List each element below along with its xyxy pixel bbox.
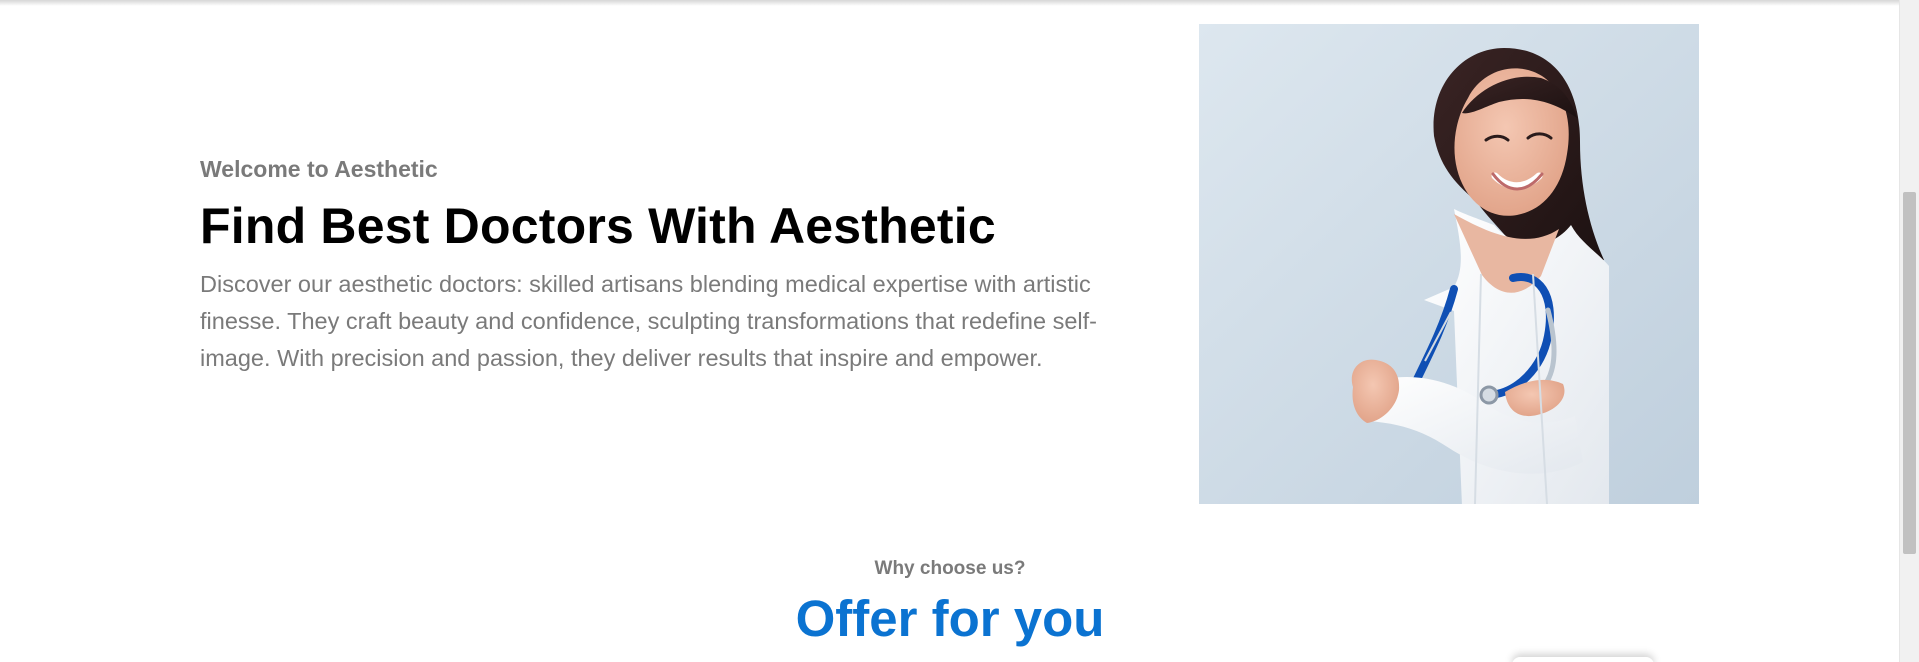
doctor-photo (1199, 24, 1699, 504)
vertical-scrollbar[interactable] (1899, 0, 1919, 662)
header-shadow (0, 0, 1900, 6)
scrollbar-thumb[interactable] (1903, 192, 1916, 554)
hero-title: Find Best Doctors With Aesthetic (200, 198, 996, 254)
offer-title: Offer for you (795, 590, 1105, 647)
why-label: Why choose us? (874, 558, 1026, 579)
why-choose-us-section: Why choose us? Offer for you (0, 555, 1900, 651)
hero-section: Welcome to Aesthetic Find Best Doctors W… (200, 154, 1160, 377)
page: Welcome to Aesthetic Find Best Doctors W… (0, 0, 1919, 662)
doctor-illustration (1199, 24, 1699, 504)
floating-widget-shadow (1512, 657, 1654, 662)
hero-description: Discover our aesthetic doctors: skilled … (200, 271, 1097, 371)
hero-eyebrow: Welcome to Aesthetic (200, 156, 438, 182)
